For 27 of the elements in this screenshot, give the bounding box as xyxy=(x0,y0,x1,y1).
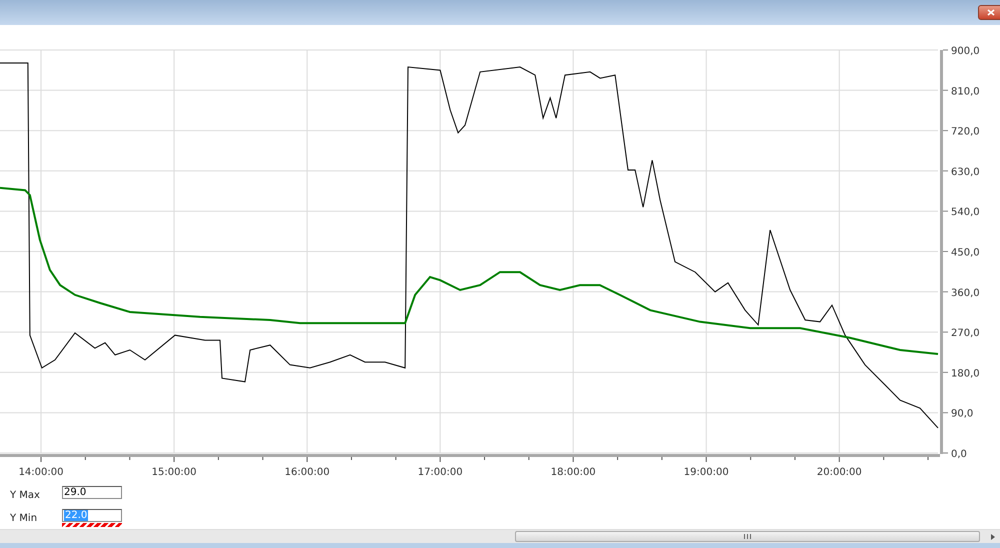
axis-label: 180,0 xyxy=(951,368,980,380)
axis-label: 16:00:00 xyxy=(284,467,330,478)
axis-label: 17:00:00 xyxy=(418,467,463,478)
input-field[interactable]: 29.0 xyxy=(62,486,122,499)
axis-label: 14:00:00 xyxy=(18,467,64,478)
axis-label: 20:00:00 xyxy=(816,467,862,478)
axis-label: 90,0 xyxy=(951,408,974,420)
axis-label: 0,0 xyxy=(951,449,967,460)
right-arrow-icon[interactable] xyxy=(990,534,994,540)
field-label: Y Max xyxy=(10,490,41,500)
axis-label: 360,0 xyxy=(951,288,980,299)
axis-label: 810,0 xyxy=(951,86,980,98)
close-icon xyxy=(987,9,995,16)
axis-label: 18:00:00 xyxy=(550,467,596,478)
grip-icon xyxy=(744,534,751,539)
axis-label: 630,0 xyxy=(951,166,980,178)
axis-label: 15:00:00 xyxy=(152,467,197,478)
field-label: Y Min xyxy=(10,512,38,524)
horizontal-scrollbar[interactable] xyxy=(0,529,1000,543)
axis-label: 270,0 xyxy=(951,328,980,340)
scroll-thumb[interactable] xyxy=(515,531,980,542)
axis-label: 720,0 xyxy=(951,126,980,138)
axis-label: 450,0 xyxy=(951,248,980,258)
axis-label: 900,0 xyxy=(951,46,980,57)
axis-label: 19:00:00 xyxy=(684,467,729,478)
axis-label: 540,0 xyxy=(951,207,980,218)
close-button[interactable] xyxy=(978,5,1000,20)
